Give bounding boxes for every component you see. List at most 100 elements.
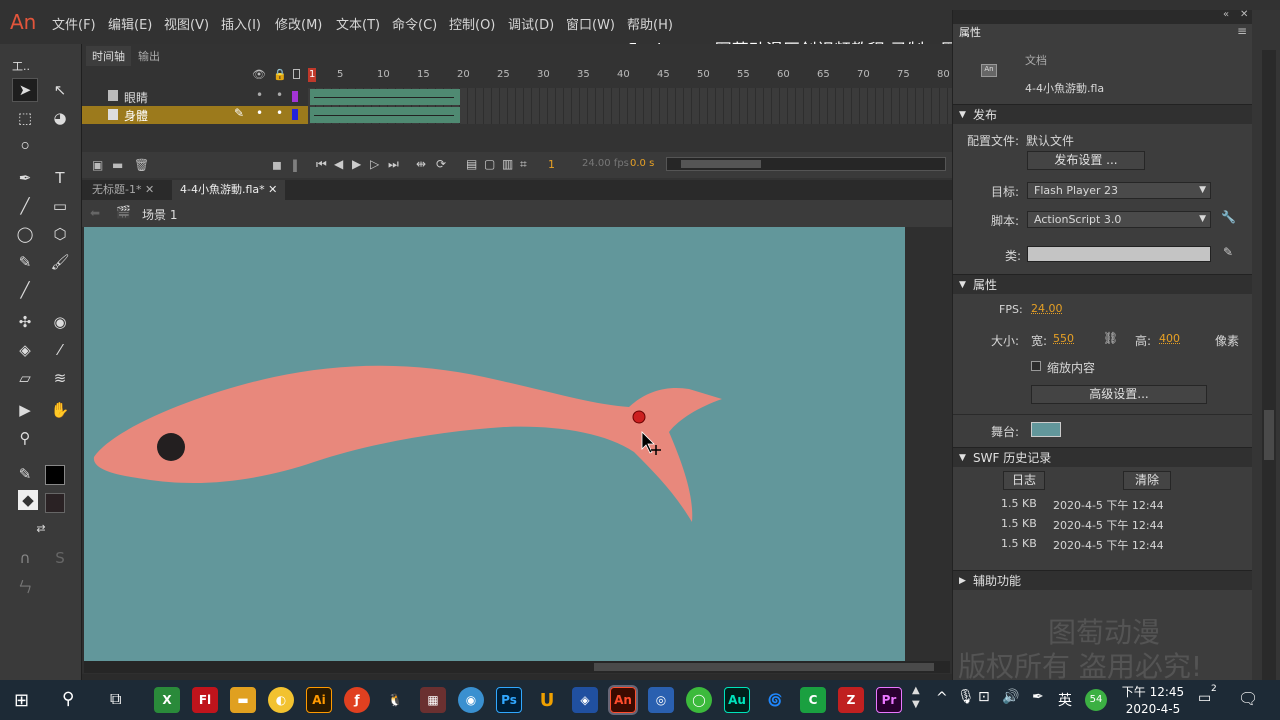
center-frame-icon[interactable]: ⇹ — [416, 157, 426, 171]
show-hidden-icon[interactable]: ^ — [936, 690, 948, 706]
visibility-dot[interactable]: • — [256, 88, 263, 102]
timeline-scroll-thumb[interactable] — [681, 160, 761, 168]
props-scroll-thumb[interactable] — [1264, 410, 1274, 460]
back-arrow-icon[interactable]: ⬅ — [90, 206, 100, 220]
props-vscrollbar[interactable] — [1262, 50, 1276, 680]
delete-layer-icon[interactable]: 🗑 — [134, 158, 149, 172]
chrome-like-icon[interactable]: ◯ — [686, 687, 712, 713]
ai-icon[interactable]: Ai — [306, 687, 332, 713]
layer-eyes[interactable]: 眼睛 • • — [82, 88, 308, 106]
onion-outline-icon[interactable]: ▢ — [484, 157, 495, 171]
menu-window[interactable]: 窗口(W) — [566, 14, 615, 33]
stage-canvas[interactable] — [84, 227, 905, 661]
frame-rate[interactable]: 24.00 fps — [582, 158, 629, 169]
pen-icon[interactable]: ✒ — [12, 166, 38, 190]
free-transform-icon[interactable]: ⬚ — [12, 106, 38, 130]
ink-bottle-icon[interactable]: ◈ — [12, 338, 38, 362]
clock-date[interactable]: 2020-4-5 — [1120, 702, 1186, 716]
scale-content-checkbox[interactable] — [1031, 361, 1041, 371]
step-forward-icon[interactable]: ▷ — [370, 157, 379, 171]
video-editor-icon[interactable]: ▦ — [420, 687, 446, 713]
swap-colors-icon[interactable]: ⇄ — [28, 516, 54, 540]
menu-help[interactable]: 帮助(H) — [627, 14, 673, 33]
network-app-icon[interactable]: ◈ — [572, 687, 598, 713]
link-dimensions-icon[interactable]: ⛓ — [1103, 331, 1118, 345]
section-publish[interactable]: ▼ 发布 — [953, 104, 1253, 124]
close-icon[interactable]: ✕ — [1240, 9, 1248, 20]
current-frame[interactable]: 1 — [548, 158, 555, 171]
zoom-icon[interactable]: ⚲ — [12, 426, 38, 450]
task-view-icon[interactable]: ⧉ — [110, 689, 121, 709]
3d-rotation-icon[interactable]: ◕ — [47, 106, 73, 130]
go-last-frame-icon[interactable]: ⏭ — [388, 157, 399, 172]
stage-scroll-thumb[interactable] — [594, 663, 934, 671]
lock-dot[interactable]: • — [276, 88, 283, 102]
script-dropdown[interactable]: ActionScript 3.0 ▼ — [1027, 211, 1211, 228]
panel-menu-icon[interactable]: ≡ — [1237, 24, 1247, 38]
stage-color-swatch[interactable] — [1031, 422, 1061, 437]
browser-icon[interactable]: ◉ — [458, 687, 484, 713]
stage-hscrollbar[interactable] — [84, 661, 950, 673]
action-center-icon[interactable]: 🗨 — [1238, 689, 1258, 708]
go-first-frame-icon[interactable]: ⏮ — [316, 157, 327, 172]
step-back-icon[interactable]: ◀ — [334, 157, 343, 171]
section-accessibility[interactable]: ▶ 辅助功能 — [953, 570, 1253, 590]
section-swf-history[interactable]: ▼ SWF 历史记录 — [953, 447, 1253, 467]
close-icon[interactable]: ✕ — [145, 183, 154, 196]
animate-icon[interactable]: An — [608, 685, 638, 715]
close-icon[interactable]: ✕ — [268, 183, 277, 196]
bone-tool-icon[interactable]: ✣ — [12, 310, 38, 334]
width-tool-icon[interactable]: ≋ — [47, 366, 73, 390]
straighten-icon[interactable]: ㄣ — [12, 574, 38, 598]
lock-icon[interactable]: 🔒 — [273, 68, 287, 81]
fps-value[interactable]: 24.00 — [1031, 302, 1063, 315]
parent-view-icon[interactable]: ‖ — [292, 158, 298, 172]
security-badge[interactable]: 54 — [1085, 689, 1107, 711]
scene-name[interactable]: 场景 1 — [142, 206, 177, 223]
section-properties[interactable]: ▼ 属性 — [953, 274, 1253, 294]
tab-fish-doc[interactable]: 4-4小魚游動.fla* ✕ — [172, 180, 286, 200]
menu-file[interactable]: 文件(F) — [52, 14, 96, 33]
menu-view[interactable]: 视图(V) — [164, 14, 209, 33]
onion-skin-icon[interactable]: ▤ — [466, 157, 477, 171]
advanced-settings-button[interactable]: 高级设置... — [1031, 385, 1207, 404]
app-icon[interactable]: ◐ — [268, 687, 294, 713]
hand-tool-icon[interactable]: ✋ — [47, 398, 73, 422]
width-value[interactable]: 550 — [1053, 332, 1074, 345]
camera-icon[interactable]: ▶ — [12, 398, 38, 422]
fish-body[interactable] — [93, 365, 722, 522]
eye-icon[interactable]: 👁 — [252, 68, 266, 81]
tab-untitled[interactable]: 无标题-1* ✕ — [84, 180, 162, 200]
paint-brush-icon[interactable]: ╱ — [12, 278, 38, 302]
clear-button[interactable]: 清除 — [1123, 471, 1171, 490]
windows-start-icon[interactable]: ⊞ — [14, 690, 29, 711]
layer-body[interactable]: 身體 ✎ • • — [82, 106, 308, 124]
pencil-icon[interactable]: ✎ — [12, 250, 38, 274]
xunlei-icon[interactable]: X — [154, 687, 180, 713]
eraser-icon[interactable]: ▱ — [12, 366, 38, 390]
edit-class-icon[interactable]: ✎ — [1223, 245, 1233, 259]
recorder-icon[interactable]: ◎ — [648, 687, 674, 713]
loop-icon[interactable]: ⟳ — [436, 157, 446, 171]
color-app-icon[interactable]: 🌀 — [762, 687, 788, 713]
camtasia-icon[interactable]: C — [800, 687, 826, 713]
fill-color-icon[interactable]: ◆ — [18, 490, 38, 510]
menu-control[interactable]: 控制(O) — [449, 14, 495, 33]
frame-ruler[interactable]: 1 5 10 15 20 25 30 35 40 45 50 55 60 65 70 75 80 — [308, 68, 952, 82]
stroke-color-swatch[interactable] — [45, 465, 65, 485]
tab-timeline[interactable]: 时间轴 — [86, 46, 131, 66]
snap-magnet-icon[interactable]: ∩ — [12, 546, 38, 570]
menu-insert[interactable]: 插入(I) — [221, 14, 261, 33]
pr-icon[interactable]: Pr — [876, 687, 902, 713]
eyedropper-icon[interactable]: ⁄ — [47, 338, 73, 362]
menu-modify[interactable]: 修改(M) — [275, 14, 322, 33]
subselection-tool-icon[interactable]: ↖ — [47, 78, 73, 102]
search-icon[interactable]: ⚲ — [62, 689, 74, 709]
au-icon[interactable]: Au — [724, 687, 750, 713]
fill-color-swatch[interactable] — [45, 493, 65, 513]
polystar-tool-icon[interactable]: ⬡ — [47, 222, 73, 246]
tab-output[interactable]: 输出 — [132, 46, 166, 66]
selection-tool-icon[interactable]: ➤ — [12, 78, 38, 102]
new-layer-icon[interactable]: ▣ — [92, 158, 103, 172]
tray-scroll[interactable]: ▲ ▼ — [912, 684, 920, 712]
